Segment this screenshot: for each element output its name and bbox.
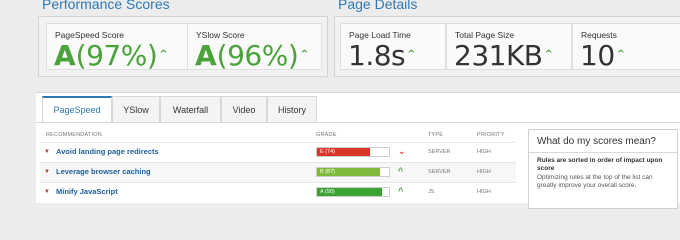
tab-yslow[interactable]: YSlow bbox=[112, 96, 160, 122]
report-tabs: PageSpeed YSlow Waterfall Video History bbox=[42, 96, 317, 122]
total-page-size-trend-up-icon: ^ bbox=[544, 49, 553, 60]
header-recommendation: RECOMMENDATION bbox=[46, 132, 102, 138]
pagespeed-score-card[interactable]: PageSpeed Score A(97%) ^ bbox=[46, 23, 188, 70]
grade-bar: A (90) bbox=[316, 187, 390, 197]
recommendation-name[interactable]: Avoid landing page redirects bbox=[56, 147, 159, 156]
priority-cell: HIGH bbox=[477, 149, 491, 155]
header-priority: PRIORITY bbox=[477, 132, 505, 138]
grade-text: E (74) bbox=[320, 149, 335, 155]
pagespeed-grade: A bbox=[54, 39, 76, 70]
trend-up-icon: ^ bbox=[398, 186, 404, 196]
header-type: TYPE bbox=[428, 132, 444, 138]
performance-scores-panel: PageSpeed Score A(97%) ^ YSlow Score A(96… bbox=[38, 16, 328, 77]
tab-video[interactable]: Video bbox=[221, 96, 267, 122]
requests-trend-up-icon: ^ bbox=[616, 49, 625, 60]
trend-up-icon: ^ bbox=[398, 166, 404, 176]
page-load-time-card[interactable]: Page Load Time 1.8s ^ bbox=[340, 23, 446, 70]
page-load-time-trend-up-icon: ^ bbox=[407, 49, 416, 60]
tab-history[interactable]: History bbox=[267, 96, 317, 122]
yslow-score-value: A(96%) ^ bbox=[195, 39, 309, 70]
table-row[interactable]: ▼ Minify JavaScript A (90) ^ JS HIGH bbox=[40, 182, 516, 202]
yslow-score-card[interactable]: YSlow Score A(96%) ^ bbox=[187, 23, 322, 70]
yslow-trend-up-icon: ^ bbox=[300, 49, 309, 60]
type-cell: SERVER bbox=[428, 149, 451, 155]
priority-cell: HIGH bbox=[477, 169, 491, 175]
table-row[interactable]: ▼ Avoid landing page redirects E (74) ⌄ SERV… bbox=[40, 142, 516, 162]
recommendation-name[interactable]: Minify JavaScript bbox=[56, 187, 118, 196]
grade-bar: B (87) bbox=[316, 167, 390, 177]
performance-scores-title: Performance Scores bbox=[42, 0, 170, 12]
grade-text: A (90) bbox=[320, 189, 335, 195]
recommendation-name[interactable]: Leverage browser caching bbox=[56, 167, 151, 176]
trend-down-icon: ⌄ bbox=[398, 146, 406, 156]
grade-bar: E (74) bbox=[316, 147, 390, 157]
type-cell: JS bbox=[428, 189, 435, 195]
scores-help-title: What do my scores mean? bbox=[537, 136, 656, 147]
total-page-size-number: 231KB bbox=[454, 39, 543, 70]
yslow-grade: A bbox=[195, 39, 217, 70]
total-page-size-value: 231KB ^ bbox=[454, 39, 553, 70]
requests-number: 10 bbox=[580, 39, 615, 70]
expand-caret-icon[interactable]: ▼ bbox=[44, 149, 50, 155]
page-details-panel: Page Load Time 1.8s ^ Total Page Size 231… bbox=[334, 16, 680, 77]
header-grade: GRADE bbox=[316, 132, 337, 138]
table-row[interactable]: ▼ Leverage browser caching B (87) ^ SERVER HI… bbox=[40, 162, 516, 182]
scores-help-box: What do my scores mean? Rules are sorted… bbox=[528, 129, 678, 209]
pagespeed-score-value: A(97%) ^ bbox=[54, 39, 168, 70]
page-load-time-value: 1.8s ^ bbox=[348, 39, 416, 70]
pagespeed-percent: (97%) bbox=[75, 39, 158, 70]
scores-help-divider bbox=[529, 152, 677, 153]
tab-pagespeed[interactable]: PageSpeed bbox=[42, 96, 112, 122]
page-load-time-number: 1.8s bbox=[348, 39, 406, 70]
scores-help-bold-text: Rules are sorted in order of impact upon… bbox=[537, 157, 663, 172]
tab-divider bbox=[36, 122, 680, 123]
pagespeed-trend-up-icon: ^ bbox=[159, 49, 168, 60]
page-details-title: Page Details bbox=[338, 0, 418, 12]
expand-caret-icon[interactable]: ▼ bbox=[44, 189, 50, 195]
priority-cell: HIGH bbox=[477, 189, 491, 195]
grade-text: B (87) bbox=[320, 169, 335, 175]
requests-card[interactable]: Requests 10 ^ bbox=[572, 23, 680, 70]
requests-value: 10 ^ bbox=[580, 39, 625, 70]
recommendation-rows: ▼ Avoid landing page redirects E (74) ⌄ SERV… bbox=[40, 142, 516, 202]
yslow-percent: (96%) bbox=[216, 39, 299, 70]
scores-help-text: Optimizing rules at the top of the list … bbox=[537, 174, 653, 189]
total-page-size-card[interactable]: Total Page Size 231KB ^ bbox=[446, 23, 572, 70]
expand-caret-icon[interactable]: ▼ bbox=[44, 169, 50, 175]
report-area: PageSpeed YSlow Waterfall Video History … bbox=[36, 92, 680, 209]
table-header: RECOMMENDATION GRADE TYPE PRIORITY bbox=[46, 132, 516, 142]
tab-waterfall[interactable]: Waterfall bbox=[160, 96, 221, 122]
type-cell: SERVER bbox=[428, 169, 451, 175]
